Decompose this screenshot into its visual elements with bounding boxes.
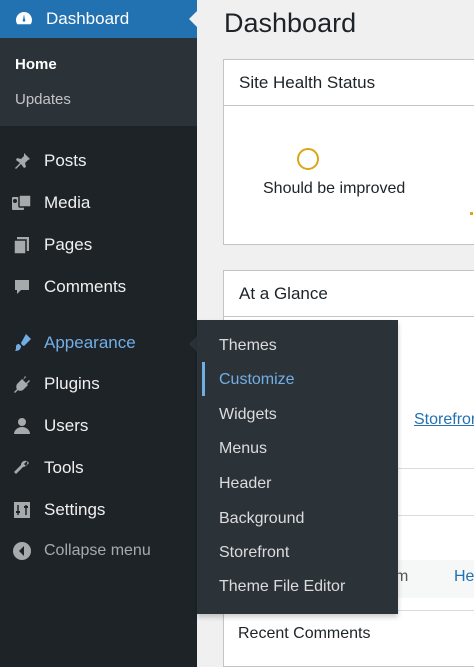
sidebar-item-tools[interactable]: Tools — [0, 448, 197, 488]
flyout-item-customize[interactable]: Customize — [219, 371, 295, 389]
page-title: Dashboard — [224, 8, 357, 38]
sidebar-item-label: Plugins — [44, 374, 100, 393]
collapse-menu-label: Collapse menu — [44, 542, 151, 559]
sidebar-item-label: Comments — [44, 277, 127, 296]
pushpin-icon — [10, 149, 34, 173]
sidebar-item-label: Appearance — [44, 333, 136, 352]
sidebar-item-label: Tools — [44, 458, 84, 477]
card-title: At a Glance — [224, 271, 474, 317]
flyout-pointer — [189, 336, 197, 352]
sidebar-item-media[interactable]: Media — [0, 183, 197, 223]
sidebar-item-pages[interactable]: Pages — [0, 225, 197, 265]
card-title: Site Health Status — [224, 60, 474, 106]
recent-comments-heading: Recent Comments — [238, 625, 371, 642]
flyout-item-widgets[interactable]: Widgets — [219, 406, 277, 424]
sidebar-item-plugins[interactable]: Plugins — [0, 364, 197, 404]
sidebar-item-dashboard[interactable]: Dashboard — [0, 0, 197, 38]
flyout-item-theme-file-editor[interactable]: Theme File Editor — [219, 578, 345, 596]
media-icon — [10, 191, 34, 215]
flyout-item-themes[interactable]: Themes — [219, 337, 277, 355]
paintbrush-icon — [10, 331, 34, 355]
wrench-icon — [10, 456, 34, 480]
dashboard-submenu: Home Updates — [0, 38, 197, 126]
collapse-menu-button[interactable]: Collapse menu — [0, 531, 197, 571]
plug-icon — [10, 372, 34, 396]
row-link[interactable]: He — [454, 568, 474, 586]
site-health-card: Site Health Status — [223, 59, 474, 245]
sidebar-item-users[interactable]: Users — [0, 406, 197, 446]
user-icon — [10, 414, 34, 438]
current-page-arrow — [189, 11, 197, 27]
dashboard-icon — [12, 7, 36, 31]
admin-sidebar: Dashboard Home Updates Posts Media Pages… — [0, 0, 197, 667]
health-status-ring-icon — [297, 148, 319, 170]
sidebar-item-label: Media — [44, 193, 91, 212]
health-status-text: Should be improved — [263, 180, 406, 197]
sidebar-item-comments[interactable]: Comments — [0, 267, 197, 307]
collapse-arrow-icon — [10, 539, 34, 563]
theme-link[interactable]: Storefront — [414, 411, 474, 429]
sidebar-item-appearance[interactable]: Appearance — [0, 323, 197, 363]
flyout-item-storefront[interactable]: Storefront — [219, 544, 289, 562]
sidebar-item-settings[interactable]: Settings — [0, 490, 197, 530]
sidebar-item-label: Users — [44, 416, 89, 435]
sidebar-item-label: Settings — [44, 500, 106, 519]
current-indicator-bar — [202, 362, 205, 396]
sidebar-item-label: Pages — [44, 235, 93, 254]
submenu-item-updates[interactable]: Updates — [15, 91, 71, 108]
health-chart-edge — [470, 212, 473, 215]
flyout-item-background[interactable]: Background — [219, 510, 304, 528]
flyout-item-header[interactable]: Header — [219, 475, 271, 493]
sidebar-item-label: Dashboard — [46, 9, 130, 28]
sidebar-item-label: Posts — [44, 151, 87, 170]
settings-sliders-icon — [10, 498, 34, 522]
pages-icon — [10, 233, 34, 257]
flyout-item-menus[interactable]: Menus — [219, 440, 267, 458]
comment-icon — [10, 275, 34, 299]
submenu-item-home[interactable]: Home — [15, 56, 57, 73]
appearance-flyout-menu: Themes Customize Widgets Menus Header Ba… — [197, 320, 398, 614]
sidebar-item-posts[interactable]: Posts — [0, 141, 197, 181]
